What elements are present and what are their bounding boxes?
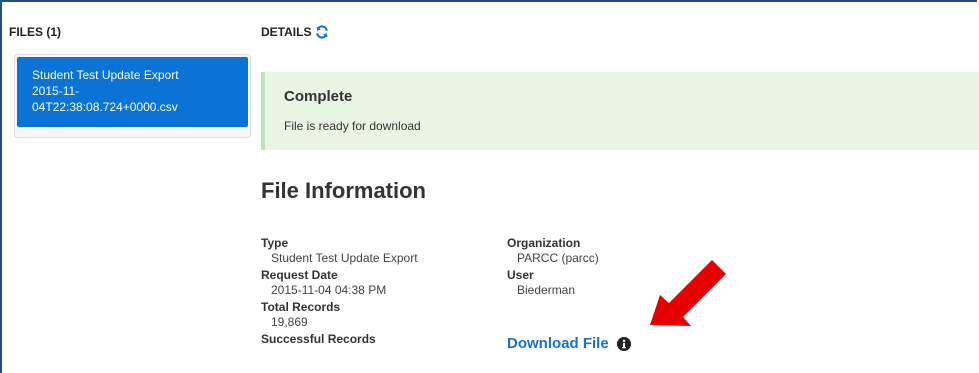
user-value: Biederman <box>517 283 576 297</box>
total-records-value: 19,869 <box>271 315 308 329</box>
type-value: Student Test Update Export <box>271 251 418 265</box>
organization-label: Organization <box>507 236 581 250</box>
alert-title: Complete <box>284 88 353 105</box>
file-info-left-column: Type Student Test Update Export Request … <box>261 236 418 347</box>
organization-value: PARCC (parcc) <box>517 251 599 265</box>
files-list: Student Test Update Export 2015-11- 04T2… <box>14 54 251 138</box>
successful-records-label: Successful Records <box>261 332 376 346</box>
file-name-line-1: Student Test Update Export <box>32 68 179 82</box>
details-heading-label: DETAILS <box>261 25 312 39</box>
total-records-label: Total Records <box>261 300 341 314</box>
request-date-label: Request Date <box>261 268 338 282</box>
file-info-right-column: Organization PARCC (parcc) User Biederma… <box>507 236 599 300</box>
download-file-link[interactable]: Download File <box>507 335 609 352</box>
user-label: User <box>507 268 534 282</box>
file-name-line-3: 04T22:38:08.724+0000.csv <box>32 100 178 114</box>
request-date-value: 2015-11-04 04:38 PM <box>271 283 387 297</box>
type-label: Type <box>261 236 289 250</box>
red-arrow-annotation <box>650 260 726 326</box>
status-alert: Complete File is ready for download <box>261 72 979 150</box>
file-list-item-selected[interactable]: Student Test Update Export 2015-11- 04T2… <box>17 57 248 127</box>
info-icon[interactable] <box>616 336 631 351</box>
details-heading: DETAILS <box>261 25 329 39</box>
alert-message: File is ready for download <box>284 119 421 133</box>
file-information-title: File Information <box>261 178 426 203</box>
file-name-line-2: 2015-11- <box>32 84 80 98</box>
refresh-icon[interactable] <box>315 25 329 39</box>
files-heading: FILES (1) <box>9 25 62 39</box>
download-row: Download File <box>507 335 631 352</box>
